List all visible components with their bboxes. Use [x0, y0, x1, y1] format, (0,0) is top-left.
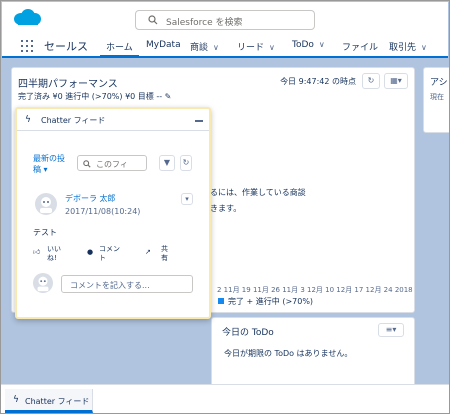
comment-icon: ● — [87, 248, 94, 256]
app-launcher-icon[interactable] — [21, 40, 33, 52]
search-icon — [148, 15, 158, 25]
tab-todo[interactable]: ToDo ∨ — [292, 40, 325, 50]
legend-swatch — [218, 298, 224, 304]
card-title: 四半期パフォーマンス — [18, 79, 118, 90]
feed-search-input[interactable]: このフィ — [77, 155, 147, 171]
bolt-icon: ϟ — [13, 395, 19, 405]
search-placeholder: このフィ — [96, 160, 128, 169]
chart-legend: 完了 + 進行中 (>70%) — [218, 296, 313, 307]
tab-home[interactable]: ホーム — [100, 34, 139, 58]
comment-placeholder: コメントを記入する... — [70, 281, 150, 290]
card-title: アシ — [430, 78, 448, 88]
chevron-down-icon: ▾ — [185, 195, 189, 203]
chatter-feed-panel: ϟ Chatter フィード 最新の投 稿 ▾ このフィ ▼ ↻ デボーラ 太郎… — [15, 107, 211, 319]
post-date[interactable]: 2017/11/08(10:24) — [65, 207, 140, 216]
stats-text: 完了済み ¥0 進行中 (>70%) ¥0 目標 -- — [18, 92, 163, 101]
global-header: Salesforce を検索 — [2, 2, 448, 34]
tab-accounts[interactable]: 取引先 ∨ — [389, 40, 427, 53]
tab-label: リード — [237, 43, 265, 53]
card-subtitle: 現在 — [430, 93, 444, 101]
comment-label-line2: ト — [99, 254, 106, 262]
refresh-button[interactable]: ↻ — [362, 73, 380, 89]
chart-message-line1: るには、作業している商談 — [210, 188, 306, 197]
menu-icon: ≡▾ — [385, 325, 397, 334]
legend-label: 完了 + 進行中 (>70%) — [228, 297, 314, 306]
chevron-down-icon[interactable]: ∨ — [213, 43, 219, 52]
user-avatar-icon — [33, 273, 53, 293]
menu-button[interactable]: ▦▾ — [384, 73, 408, 89]
tab-opportunities[interactable]: 商談 ∨ — [190, 40, 219, 53]
tab-files[interactable]: ファイル — [342, 40, 378, 53]
like-label-line1: いい — [47, 245, 61, 253]
post-menu-button[interactable]: ▾ — [181, 193, 193, 205]
post-body: テスト — [33, 228, 57, 237]
performance-stats: 完了済み ¥0 進行中 (>70%) ¥0 目標 -- ✎ — [18, 91, 171, 102]
empty-message: 今日が期限の ToDo はありません。 — [224, 349, 353, 358]
card-title: 今日の ToDo — [222, 328, 274, 338]
utility-item-chatter[interactable]: ϟ Chatter フィード — [5, 389, 93, 413]
refresh-button[interactable]: ↻ — [180, 155, 192, 171]
utility-item-label: Chatter フィード — [25, 397, 90, 406]
comment-label-line1: コメン — [99, 245, 120, 253]
share-label-line1: 共 — [161, 245, 168, 253]
global-search-input[interactable]: Salesforce を検索 — [135, 10, 315, 30]
like-icon: 👍︎ — [33, 248, 41, 256]
share-icon: ↗ — [145, 248, 151, 256]
like-label-line2: ね! — [47, 254, 57, 262]
tab-mydata[interactable]: MyData — [146, 40, 181, 50]
todays-todo-card: 今日の ToDo ≡▾ 今日が期限の ToDo はありません。 — [211, 317, 415, 387]
panel-title: Chatter フィード — [41, 116, 106, 125]
tab-label: ホーム — [106, 43, 133, 53]
share-label-line2: 有 — [161, 254, 168, 262]
comment-input[interactable]: コメントを記入する... — [61, 275, 193, 293]
tab-label: 商談 — [190, 43, 209, 53]
salesforce-cloud-icon[interactable] — [12, 8, 42, 28]
assistant-card: アシ 現在 — [423, 67, 449, 133]
tab-leads[interactable]: リード ∨ — [237, 40, 275, 53]
bolt-icon: ϟ — [25, 115, 31, 125]
minimize-icon[interactable] — [195, 120, 203, 122]
sort-label-line2: 稿 ▾ — [33, 165, 48, 174]
user-avatar-icon[interactable] — [35, 193, 57, 215]
tab-label: 取引先 — [389, 43, 417, 53]
tab-label: ファイル — [342, 43, 379, 53]
post-actions: 👍︎ いい ね! ● コメン ト ↗ 共 有 — [33, 245, 203, 263]
search-icon — [83, 160, 91, 168]
app-name: セールス — [44, 40, 88, 53]
chevron-down-icon[interactable]: ∨ — [421, 43, 427, 52]
navigation-bar: セールス ホーム MyData 商談 ∨ リード ∨ ToDo ∨ ファイル 取引先 ∨ — [2, 34, 448, 58]
chevron-down-icon[interactable]: ∨ — [319, 40, 325, 49]
refresh-icon: ↻ — [182, 158, 190, 167]
as-of-time: 今日 9:47:42 の時点 — [280, 77, 356, 86]
search-placeholder: Salesforce を検索 — [166, 18, 243, 28]
tab-label: MyData — [146, 40, 181, 50]
screen: Salesforce を検索 セールス ホーム MyData 商談 ∨ リード ∨ … — [0, 0, 450, 414]
chevron-down-icon[interactable]: ∨ — [269, 43, 275, 52]
filter-icon: ▼ — [163, 158, 171, 167]
sort-dropdown[interactable]: 最新の投 稿 ▾ — [33, 153, 73, 175]
filter-button[interactable]: ▼ — [159, 155, 175, 171]
refresh-icon: ↻ — [367, 76, 375, 85]
chart-axis-ticks: 2 11月 19 11月 26 11月 3 12月 10 12月 17 12月 … — [217, 286, 413, 294]
post-author-link[interactable]: デボーラ 太郎 — [65, 193, 116, 204]
pencil-icon[interactable]: ✎ — [165, 92, 172, 101]
todo-menu-button[interactable]: ≡▾ — [378, 323, 404, 337]
tab-label: ToDo — [292, 40, 314, 50]
panel-header: ϟ Chatter フィード — [17, 109, 209, 131]
utility-bar: ϟ Chatter フィード — [1, 384, 449, 413]
sort-label-line1: 最新の投 — [33, 154, 65, 163]
chart-message-line2: きます。 — [210, 204, 242, 213]
menu-icon: ▦▾ — [390, 76, 402, 85]
